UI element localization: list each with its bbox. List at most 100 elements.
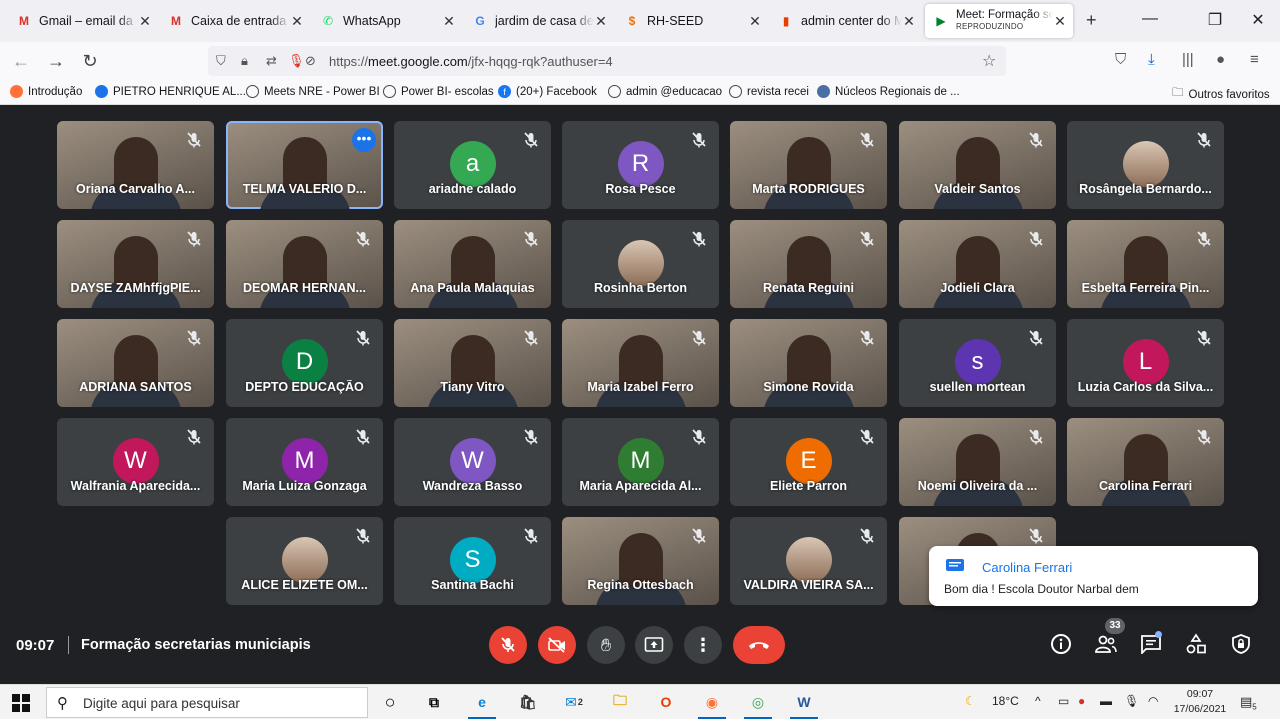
- close-tab-icon[interactable]: ✕: [138, 13, 152, 30]
- battery-icon[interactable]: ▬: [1100, 694, 1112, 708]
- close-window-button[interactable]: ✕: [1248, 10, 1268, 30]
- participant-tile[interactable]: s suellen mortean: [899, 319, 1056, 407]
- close-tab-icon[interactable]: ✕: [442, 13, 456, 30]
- host-controls-button[interactable]: [1229, 632, 1253, 656]
- browser-tab-1[interactable]: M Caixa de entrada (82✕: [160, 6, 310, 36]
- close-tab-icon[interactable]: ✕: [594, 13, 608, 30]
- maximize-button[interactable]: ❐: [1205, 10, 1225, 30]
- close-tab-icon[interactable]: ✕: [290, 13, 304, 30]
- participant-tile[interactable]: TELMA VALERIO D... •••: [226, 121, 383, 209]
- participant-tile[interactable]: DAYSE ZAMhffjgPIE...: [57, 220, 214, 308]
- raise-hand-button[interactable]: ✋︎: [587, 626, 625, 664]
- participant-tile[interactable]: Noemi Oliveira da ...: [899, 418, 1056, 506]
- participant-tile[interactable]: D DEPTO EDUCAÇÃO: [226, 319, 383, 407]
- present-button[interactable]: [635, 626, 673, 664]
- bookmark-item[interactable]: PIETRO HENRIQUE AL...: [95, 85, 246, 98]
- participant-tile[interactable]: Valdeir Santos: [899, 121, 1056, 209]
- tray-chevron-icon[interactable]: ^: [1035, 694, 1041, 708]
- library-icon[interactable]: |||: [1182, 51, 1194, 68]
- notifications-icon[interactable]: ▤5: [1240, 694, 1257, 712]
- participant-tile[interactable]: M Maria Luiza Gonzaga: [226, 418, 383, 506]
- browser-tab-6[interactable]: ▶ Meet: Formação sec REPRODUZINDO ✕: [925, 4, 1073, 38]
- more-options-button[interactable]: ⋮: [684, 626, 722, 664]
- bookmark-item[interactable]: Meets NRE - Power BI: [246, 85, 380, 98]
- microphone-permission-icon[interactable]: 🎙︎: [288, 53, 305, 69]
- word-icon[interactable]: W: [790, 689, 818, 719]
- meeting-details-button[interactable]: [1049, 632, 1073, 656]
- taskbar-search-box[interactable]: ⚲ Digite aqui para pesquisar: [46, 687, 368, 718]
- back-button[interactable]: ←: [10, 50, 32, 72]
- browser-tab-3[interactable]: Gjardim de casa de d ✕: [464, 6, 614, 36]
- permissions-icon[interactable]: ⇄: [266, 53, 277, 69]
- participant-tile[interactable]: W Wandreza Basso: [394, 418, 551, 506]
- firefox-icon[interactable]: ◉: [698, 689, 726, 719]
- participant-tile[interactable]: Rosinha Berton: [562, 220, 719, 308]
- camera-toggle-button[interactable]: [538, 626, 576, 664]
- participant-tile[interactable]: Ana Paula Malaquias: [394, 220, 551, 308]
- participant-tile[interactable]: Maria Izabel Ferro: [562, 319, 719, 407]
- bookmark-star-icon[interactable]: ☆: [982, 51, 996, 71]
- participant-tile[interactable]: DEOMAR HERNAN...: [226, 220, 383, 308]
- browser-tab-5[interactable]: ▮ admin center do Mi ✕: [770, 6, 922, 36]
- browser-tab-2[interactable]: ✆ WhatsApp ✕: [312, 6, 462, 36]
- participant-tile[interactable]: ALICE ELIZETE OM...: [226, 517, 383, 605]
- weather-icon[interactable]: ☾: [965, 694, 976, 708]
- new-tab-button[interactable]: +: [1086, 10, 1097, 31]
- bookmark-item[interactable]: f (20+) Facebook: [498, 85, 597, 98]
- browser-tab-4[interactable]: $ RH-SEED ✕: [616, 6, 768, 36]
- task-view-icon[interactable]: ⧉: [420, 689, 448, 715]
- office-icon[interactable]: O: [652, 689, 680, 715]
- reload-button[interactable]: ↻: [79, 50, 101, 72]
- participant-tile[interactable]: Esbelta Ferreira Pin...: [1067, 220, 1224, 308]
- temperature[interactable]: 18°C: [992, 694, 1019, 708]
- minimize-button[interactable]: —: [1140, 10, 1160, 28]
- browser-tab-0[interactable]: M Gmail – email da Go✕: [8, 6, 158, 36]
- close-tab-icon[interactable]: ✕: [1053, 13, 1067, 30]
- store-icon[interactable]: 🛍︎: [514, 689, 542, 715]
- participant-tile[interactable]: L Luzia Carlos da Silva...: [1067, 319, 1224, 407]
- file-explorer-icon[interactable]: 🗀: [606, 689, 634, 715]
- participant-tile[interactable]: M Maria Aparecida Al...: [562, 418, 719, 506]
- participant-tile[interactable]: Marta RODRIGUES: [730, 121, 887, 209]
- edge-icon[interactable]: e: [468, 689, 496, 719]
- menu-icon[interactable]: ≡: [1250, 51, 1259, 68]
- participant-tile[interactable]: Simone Rovida: [730, 319, 887, 407]
- windows-start-icon[interactable]: [12, 694, 30, 712]
- lock-icon[interactable]: 🔒︎: [241, 53, 248, 69]
- downloads-icon[interactable]: ⤓: [1148, 51, 1155, 68]
- participant-tile[interactable]: W Walfrania Aparecida...: [57, 418, 214, 506]
- camera-blocked-icon[interactable]: ⊘: [305, 53, 316, 69]
- taskbar-clock[interactable]: 09:07 17/06/2021: [1170, 687, 1230, 717]
- microphone-icon[interactable]: 🎙︎: [1124, 694, 1139, 708]
- chrome-icon[interactable]: ◎: [744, 689, 772, 719]
- bookmark-item[interactable]: revista recei: [729, 85, 809, 98]
- mic-toggle-button[interactable]: [489, 626, 527, 664]
- participant-tile[interactable]: E Eliete Parron: [730, 418, 887, 506]
- pocket-icon[interactable]: ⛉: [1115, 51, 1126, 68]
- bookmark-item[interactable]: Power BI- escolas: [383, 85, 494, 98]
- participant-tile[interactable]: R Rosa Pesce: [562, 121, 719, 209]
- participant-tile[interactable]: VALDIRA VIEIRA SA...: [730, 517, 887, 605]
- meet-now-icon[interactable]: ▭: [1058, 694, 1069, 708]
- participant-tile[interactable]: Renata Reguini: [730, 220, 887, 308]
- close-tab-icon[interactable]: ✕: [748, 13, 762, 30]
- bookmark-item[interactable]: admin @educacao: [608, 85, 722, 98]
- participant-tile[interactable]: Tiany Vitro: [394, 319, 551, 407]
- account-icon[interactable]: ●: [1216, 51, 1225, 68]
- shield-icon[interactable]: ⛉: [216, 53, 226, 69]
- participants-button[interactable]: [1094, 632, 1118, 656]
- forward-button[interactable]: →: [45, 50, 67, 72]
- participant-tile[interactable]: S Santina Bachi: [394, 517, 551, 605]
- participant-tile[interactable]: Rosângela Bernardo...: [1067, 121, 1224, 209]
- mail-icon[interactable]: ✉ 2: [560, 689, 588, 715]
- participant-tile[interactable]: Regina Ottesbach: [562, 517, 719, 605]
- participant-tile[interactable]: Carolina Ferrari: [1067, 418, 1224, 506]
- participant-tile[interactable]: Oriana Carvalho A...: [57, 121, 214, 209]
- wifi-icon[interactable]: ◠: [1148, 694, 1158, 708]
- close-tab-icon[interactable]: ✕: [902, 13, 916, 30]
- participant-tile[interactable]: ADRIANA SANTOS: [57, 319, 214, 407]
- bookmark-item[interactable]: Introdução: [10, 85, 82, 98]
- leave-call-button[interactable]: [733, 626, 785, 664]
- chat-notification[interactable]: Carolina Ferrari Bom dia ! Escola Doutor…: [929, 546, 1258, 606]
- tile-options-icon[interactable]: •••: [352, 128, 376, 152]
